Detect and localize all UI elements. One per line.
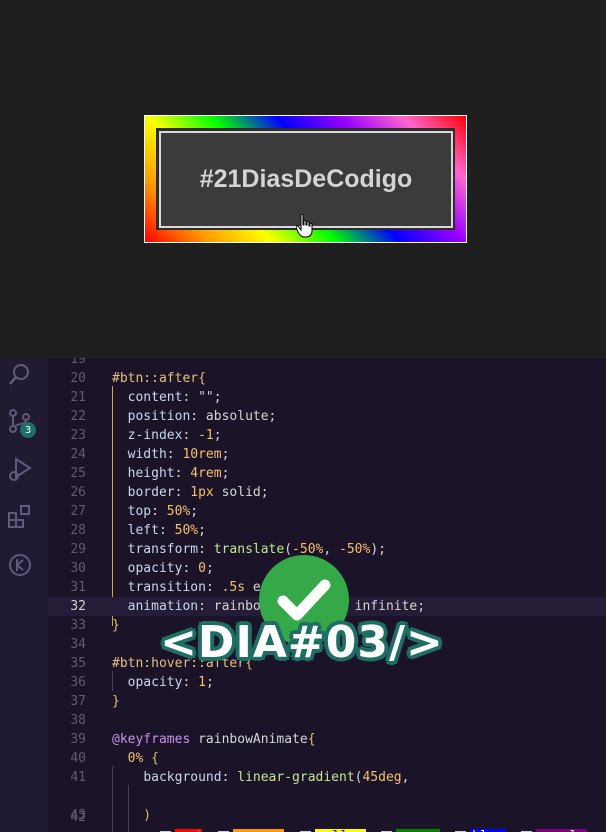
activity-bar: 3: [0, 358, 48, 832]
code-line: 23 z-index: -1;: [48, 426, 606, 445]
hand-cursor-icon: [296, 214, 313, 238]
code-text: opacity: 0;: [127, 561, 214, 576]
line-number: 27: [70, 504, 86, 519]
code-text: border: 1px solid;: [127, 485, 269, 500]
code-line: 24 width: 10rem;: [48, 445, 606, 464]
line-number: 38: [70, 713, 86, 728]
line-number: 25: [70, 466, 86, 481]
line-number: 39: [70, 732, 86, 747]
extensions-icon[interactable]: [7, 504, 33, 530]
code-line: 19: [48, 358, 606, 369]
line-number: 35: [70, 656, 86, 671]
line-number: 30: [70, 561, 86, 576]
line-number: 36: [70, 675, 86, 690]
code-line: 42 red, orange, yellow, green, blue, pur…: [48, 789, 606, 832]
line-number: 20: [70, 371, 86, 386]
code-text: opacity: 1;: [127, 675, 214, 690]
day-title: <DIA#03/>: [160, 616, 444, 668]
code-line: 25 height: 4rem;: [48, 464, 606, 483]
code-line: 41 background: linear-gradient(45deg,: [48, 768, 606, 787]
line-number: 24: [70, 447, 86, 462]
code-text: content: "";: [127, 390, 222, 405]
code-text: transition: .5s e: [127, 580, 261, 595]
line-number: 19: [70, 358, 86, 367]
line-number: 34: [70, 637, 86, 652]
line-number: 42: [70, 810, 86, 825]
code-line: 27 top: 50%;: [48, 502, 606, 521]
code-text: 0% {: [127, 751, 159, 766]
code-line: 39 @keyframes rainbowAnimate{: [48, 730, 606, 749]
code-line: 28 left: 50%;: [48, 521, 606, 540]
code-line: 36 opacity: 1;: [48, 673, 606, 692]
line-number: 37: [70, 694, 86, 709]
code-text: ): [112, 808, 152, 823]
code-line: 20 #btn::after{: [48, 369, 606, 388]
code-text: width: 10rem;: [127, 447, 230, 462]
code-text: @keyframes rainbowAnimate{: [112, 732, 316, 747]
search-icon[interactable]: [7, 362, 33, 388]
line-number: 40: [70, 751, 86, 766]
line-number: 28: [70, 523, 86, 538]
code-text: }: [112, 618, 120, 633]
code-line: 21 content: "";: [48, 388, 606, 407]
code-line: 38: [48, 711, 606, 730]
line-number: 21: [70, 390, 86, 405]
remote-icon[interactable]: [7, 552, 33, 578]
line-number: 22: [70, 409, 86, 424]
code-line: 40 0% {: [48, 749, 606, 768]
code-line: 26 border: 1px solid;: [48, 483, 606, 502]
code-text: background: linear-gradient(45deg,: [143, 770, 410, 785]
code-line: 37}: [48, 692, 606, 711]
code-text: height: 4rem;: [127, 466, 230, 481]
run-debug-icon[interactable]: [7, 456, 33, 482]
code-text: }: [112, 694, 120, 709]
line-number: 41: [70, 770, 86, 785]
preview-pane: #21DiasDeCodigo: [0, 0, 606, 358]
line-number: 32: [70, 599, 86, 614]
line-number: 33: [70, 618, 86, 633]
code-text: left: 50%;: [127, 523, 206, 538]
line-number: 29: [70, 542, 86, 557]
code-text: top: 50%;: [127, 504, 199, 519]
source-control-badge: 3: [20, 422, 36, 438]
line-number: 23: [70, 428, 86, 443]
code-text: #btn::after{: [112, 371, 206, 386]
code-text: position: absolute;: [127, 409, 277, 424]
line-number: 26: [70, 485, 86, 500]
line-number: 31: [70, 580, 86, 595]
code-line: 43 ): [48, 806, 606, 825]
color-list: red, orange, yellow, green, blue, purple: [160, 827, 588, 832]
code-text: z-index: -1;: [127, 428, 222, 443]
code-line: 22 position: absolute;: [48, 407, 606, 426]
